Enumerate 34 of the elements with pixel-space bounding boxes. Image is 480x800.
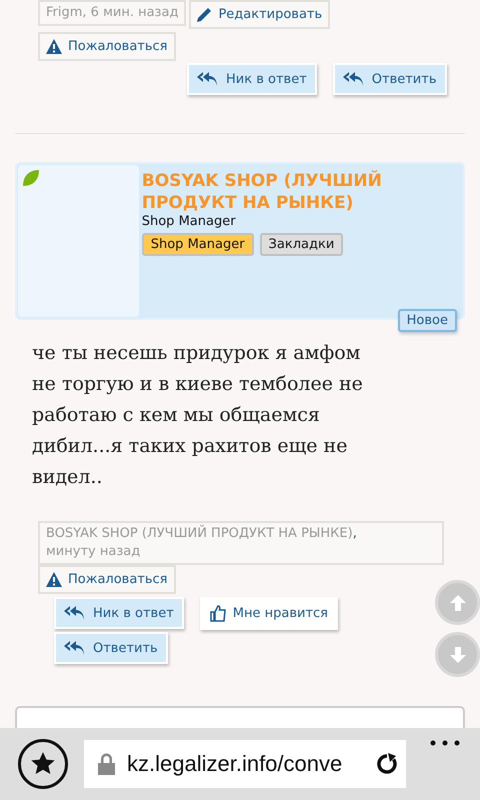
user-title: Shop Manager	[142, 214, 237, 229]
reply-all-icon	[197, 71, 219, 87]
reply-button[interactable]: Ответить	[54, 632, 168, 664]
favorites-button[interactable]	[18, 739, 68, 789]
reply-field[interactable]	[15, 706, 465, 728]
arrow-down-icon	[448, 644, 468, 664]
user-badge: Закладки	[260, 233, 344, 256]
report-button[interactable]: Пожаловаться	[38, 32, 176, 61]
reply-button[interactable]: Ник в ответ	[54, 597, 184, 629]
post-time: , 6 мин. назад	[82, 5, 178, 20]
thumbs-up-icon	[210, 605, 226, 622]
separator: ,	[352, 526, 357, 541]
warning-icon	[46, 572, 62, 587]
reply-button[interactable]: Ответить	[332, 63, 446, 95]
refresh-icon[interactable]	[376, 753, 398, 775]
reply-all-icon	[64, 640, 86, 656]
warning-icon	[46, 39, 62, 54]
edit-button[interactable]: Редактировать	[189, 0, 330, 29]
url-text: kz.legalizer.info/conve	[127, 751, 344, 777]
like-button[interactable]: Мне нравится	[200, 597, 338, 630]
reply-all-icon	[342, 71, 365, 87]
reply-button[interactable]: Ник в ответ	[187, 63, 317, 95]
user-badge: Shop Manager	[142, 233, 254, 256]
reply-all-icon	[64, 605, 86, 621]
post-time: минуту назад	[46, 543, 142, 561]
more-icon[interactable]	[430, 740, 460, 746]
new-label: Новое	[398, 309, 457, 332]
star-icon	[30, 751, 56, 777]
post-text: че ты несешь придурок я амфом не торгую и в киеве темболее не работаю с кем мы общаемся дибил...я таких рахитов еще не видел..	[32, 341, 364, 490]
report-button[interactable]: Пожаловаться	[38, 565, 176, 594]
lock-icon	[98, 753, 115, 775]
arrow-up-icon	[448, 592, 468, 612]
pencil-icon	[197, 7, 212, 22]
address-bar[interactable]: kz.legalizer.info/conve	[84, 740, 406, 788]
